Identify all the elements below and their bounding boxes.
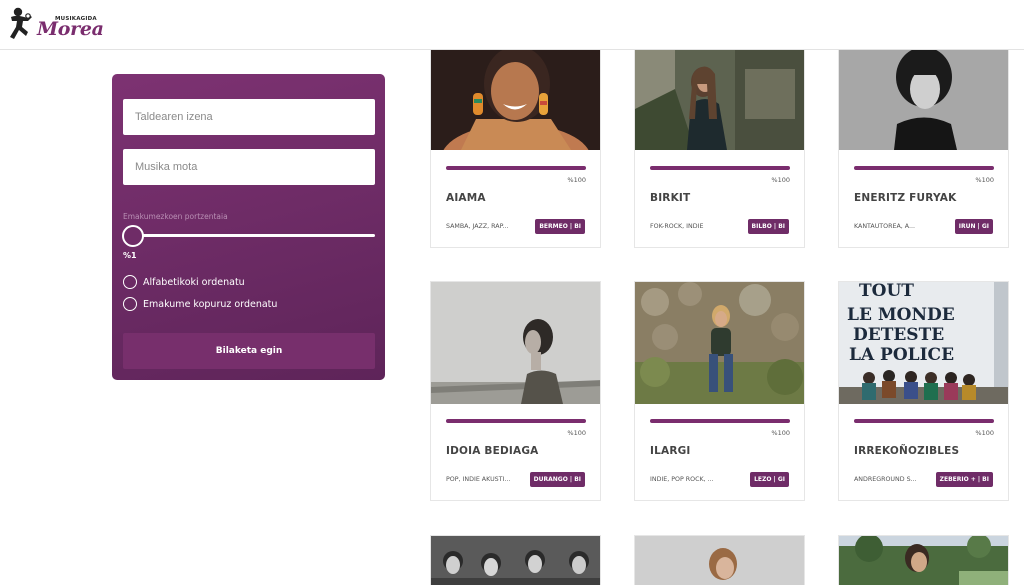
women-percentage-slider[interactable] xyxy=(123,234,375,237)
percentage-bar xyxy=(650,166,790,170)
band-card-irrekonozibles[interactable]: TOUT LE MONDE DETESTE LA POLICE %100 IRR… xyxy=(838,281,1009,501)
band-card-ilargi[interactable]: %100 ILARGI INDIE, POP ROCK, ... LEZO | … xyxy=(634,281,805,501)
location-badge: BILBO | BI xyxy=(747,219,789,234)
band-genre: FOK-ROCK, INDIE xyxy=(650,223,704,230)
band-name[interactable]: IRREKOÑOZIBLES xyxy=(854,445,959,457)
percentage-value: %100 xyxy=(975,429,994,437)
band-photo[interactable] xyxy=(431,49,600,150)
wall-text-line3: DETESTE xyxy=(853,325,944,345)
band-card-birkit[interactable]: %100 BIRKIT FOK-ROCK, INDIE BILBO | BI xyxy=(634,48,805,248)
band-name[interactable]: ENERITZ FURYAK xyxy=(854,192,956,204)
search-button[interactable]: Bilaketa egin xyxy=(123,333,375,369)
site-logo[interactable]: MUSIKAGIDA Morea xyxy=(7,6,104,42)
band-card-row3-2[interactable] xyxy=(634,535,805,585)
band-genre: ANDREGROUND S... xyxy=(854,476,917,483)
location-badge: BERMEO | BI xyxy=(535,219,585,234)
band-genre: POP, INDIE AKUSTI... xyxy=(446,476,511,483)
percentage-value: %100 xyxy=(771,176,790,184)
band-genre: SAMBA, JAZZ, RAP... xyxy=(446,223,509,230)
band-photo[interactable] xyxy=(635,282,804,404)
band-card-aiama[interactable]: %100 AIAMA SAMBA, JAZZ, RAP... BERMEO | … xyxy=(430,48,601,248)
wall-text-line1: TOUT xyxy=(859,282,914,301)
band-photo[interactable] xyxy=(635,49,804,150)
percentage-value: %100 xyxy=(567,176,586,184)
top-header: MUSIKAGIDA Morea xyxy=(0,0,1024,50)
logo-morea-text: Morea xyxy=(37,18,104,40)
wall-text-line4: LA POLICE xyxy=(849,345,954,365)
band-card-eneritz-furyak[interactable]: %100 ENERITZ FURYAK KANTAUTOREA, A... IR… xyxy=(838,48,1009,248)
sort-women-count-radio[interactable]: Emakume kopuruz ordenatu xyxy=(123,296,277,312)
band-photo[interactable]: TOUT LE MONDE DETESTE LA POLICE xyxy=(839,282,1008,404)
band-name[interactable]: IDOIA BEDIAGA xyxy=(446,445,539,457)
band-card-row3-1[interactable] xyxy=(430,535,601,585)
location-badge: ZEBERIO + | BI xyxy=(935,472,993,487)
sort-alphabetical-radio[interactable]: Alfabetikoki ordenatu xyxy=(123,274,245,290)
location-badge: DURANGO | BI xyxy=(529,472,585,487)
slider-handle[interactable] xyxy=(122,225,144,247)
percentage-value: %100 xyxy=(567,429,586,437)
band-photo[interactable] xyxy=(635,536,804,585)
band-photo[interactable] xyxy=(839,536,1008,585)
location-badge: LEZO | GI xyxy=(750,472,789,487)
search-panel: Emakumezkoen portzentaia %1 Alfabetikoki… xyxy=(112,74,385,380)
sort-alphabetical-label: Alfabetikoki ordenatu xyxy=(143,276,245,288)
wall-text-line2: LE MONDE xyxy=(847,305,955,325)
band-card-row3-3[interactable] xyxy=(838,535,1009,585)
group-name-input[interactable] xyxy=(123,99,375,135)
music-type-input[interactable] xyxy=(123,149,375,185)
band-card-idoia-bediaga[interactable]: %100 IDOIA BEDIAGA POP, INDIE AKUSTI... … xyxy=(430,281,601,501)
percentage-bar xyxy=(650,419,790,423)
dancer-logo-icon xyxy=(10,7,32,39)
women-percentage-label: Emakumezkoen portzentaia xyxy=(123,212,228,221)
location-badge: IRUN | GI xyxy=(954,219,993,234)
band-genre: KANTAUTOREA, A... xyxy=(854,223,915,230)
percentage-bar xyxy=(854,419,994,423)
percentage-bar xyxy=(854,166,994,170)
percentage-bar xyxy=(446,166,586,170)
band-name[interactable]: ILARGI xyxy=(650,445,691,457)
band-name[interactable]: AIAMA xyxy=(446,192,486,204)
radio-circle-icon[interactable] xyxy=(123,297,137,311)
percentage-value: %100 xyxy=(771,429,790,437)
sort-women-count-label: Emakume kopuruz ordenatu xyxy=(143,298,278,310)
percentage-bar xyxy=(446,419,586,423)
radio-circle-icon[interactable] xyxy=(123,275,137,289)
slider-value: %1 xyxy=(123,251,137,260)
band-photo[interactable] xyxy=(431,282,600,404)
band-photo[interactable] xyxy=(431,536,600,585)
percentage-value: %100 xyxy=(975,176,994,184)
band-photo[interactable] xyxy=(839,49,1008,150)
band-name[interactable]: BIRKIT xyxy=(650,192,690,204)
band-genre: INDIE, POP ROCK, ... xyxy=(650,476,714,483)
